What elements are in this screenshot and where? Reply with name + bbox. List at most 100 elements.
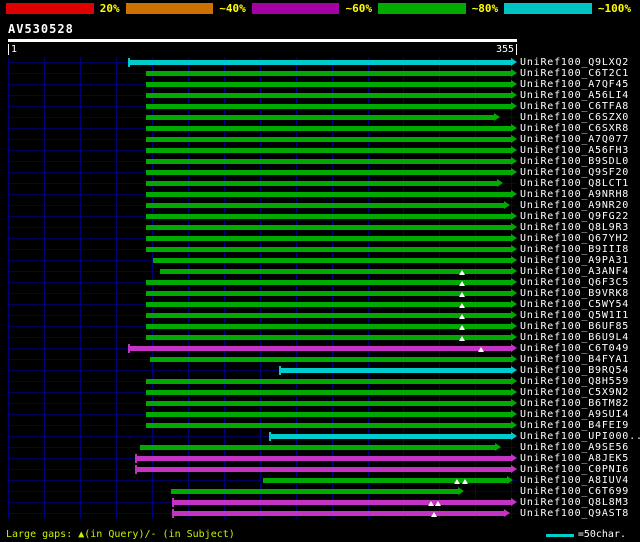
- hit-label[interactable]: UniRef100_C5WY54: [520, 299, 629, 310]
- alignment-bar[interactable]: [128, 60, 511, 65]
- blast-graphic-overview: 20% ~40% ~60% ~80% ~100% AV530528 1 355 UniR…: [0, 0, 640, 542]
- hit-label[interactable]: UniRef100_Q8H559: [520, 376, 629, 387]
- hit-label[interactable]: UniRef100_A8IUV4: [520, 475, 629, 486]
- alignment-bar[interactable]: [170, 489, 458, 494]
- alignment-bar[interactable]: [136, 467, 511, 472]
- alignment-bar[interactable]: [146, 412, 511, 417]
- alignment-bar[interactable]: [173, 500, 511, 505]
- alignment-bar[interactable]: [146, 71, 511, 76]
- hit-label[interactable]: UniRef100_A8JEK5: [520, 453, 629, 464]
- arrowhead-icon: [511, 80, 517, 88]
- hit-label[interactable]: UniRef100_B4FYA1: [520, 354, 629, 365]
- alignment-bar[interactable]: [160, 269, 511, 274]
- hit-row: UniRef100_C5WY54: [0, 299, 640, 310]
- hit-label[interactable]: UniRef100_A9NRH8: [520, 189, 629, 200]
- hit-row: UniRef100_A56FH3: [0, 145, 640, 156]
- legend-footer: Large gaps: ▲(in Query)/- (in Subject) =…: [6, 529, 626, 541]
- alignment-bar[interactable]: [146, 236, 511, 241]
- hit-label[interactable]: UniRef100_B9RQ54: [520, 365, 629, 376]
- hit-label[interactable]: UniRef100_A9SE56: [520, 442, 629, 453]
- hit-label[interactable]: UniRef100_C6SXR8: [520, 123, 629, 134]
- hit-label[interactable]: UniRef100_Q5W1I1: [520, 310, 629, 321]
- hit-label[interactable]: UniRef100_A9SUI4: [520, 409, 629, 420]
- alignment-bar[interactable]: [146, 192, 511, 197]
- arrowhead-icon: [511, 377, 517, 385]
- hit-label[interactable]: UniRef100_Q67YH2: [520, 233, 629, 244]
- hit-label[interactable]: UniRef100_A7Q077: [520, 134, 629, 145]
- hit-label[interactable]: UniRef100_Q8L8M3: [520, 497, 629, 508]
- arrowhead-icon: [511, 234, 517, 242]
- hit-label[interactable]: UniRef100_B9SDL0: [520, 156, 629, 167]
- hit-label[interactable]: UniRef100_C6T049: [520, 343, 629, 354]
- alignment-bar[interactable]: [146, 148, 511, 153]
- gap-marker-icon: [459, 281, 466, 286]
- alignment-bar[interactable]: [173, 511, 504, 516]
- alignment-bar[interactable]: [146, 115, 494, 120]
- hit-label[interactable]: UniRef100_Q8LCT1: [520, 178, 629, 189]
- hit-label[interactable]: UniRef100_C0PNI6: [520, 464, 629, 475]
- hit-label[interactable]: UniRef100_Q9FG22: [520, 211, 629, 222]
- hit-label[interactable]: UniRef100_Q6F3C5: [520, 277, 629, 288]
- hit-label[interactable]: UniRef100_C6T699: [520, 486, 629, 497]
- hit-label[interactable]: UniRef100_Q9LXQ2: [520, 57, 629, 68]
- hit-label[interactable]: UniRef100_B6UF85: [520, 321, 629, 332]
- alignment-bar[interactable]: [146, 280, 511, 285]
- hit-label[interactable]: UniRef100_A56LI4: [520, 90, 629, 101]
- alignment-bar[interactable]: [146, 126, 511, 131]
- alignment-bar[interactable]: [146, 423, 511, 428]
- alignment-bar[interactable]: [146, 104, 511, 109]
- alignment-bar[interactable]: [150, 357, 511, 362]
- hit-label[interactable]: UniRef100_A56FH3: [520, 145, 629, 156]
- arrowhead-icon: [511, 212, 517, 220]
- hit-label[interactable]: UniRef100_A9PA31: [520, 255, 629, 266]
- hit-label[interactable]: UniRef100_C6TFA8: [520, 101, 629, 112]
- hit-label[interactable]: UniRef100_B4FEI9: [520, 420, 629, 431]
- hit-label[interactable]: UniRef100_UPI000...: [520, 431, 640, 442]
- alignment-bar[interactable]: [262, 478, 507, 483]
- hit-row: UniRef100_A8JEK5: [0, 453, 640, 464]
- hit-label[interactable]: UniRef100_A9NR20: [520, 200, 629, 211]
- hit-label[interactable]: UniRef100_Q8L9R3: [520, 222, 629, 233]
- alignment-bar[interactable]: [146, 291, 511, 296]
- alignment-bar[interactable]: [136, 456, 511, 461]
- alignment-bar[interactable]: [146, 214, 511, 219]
- hit-label[interactable]: UniRef100_C5X9N2: [520, 387, 629, 398]
- alignment-bar[interactable]: [146, 203, 504, 208]
- hit-row: UniRef100_Q67YH2: [0, 233, 640, 244]
- gap-marker-icon: [462, 479, 469, 484]
- hit-label[interactable]: UniRef100_B6TM82: [520, 398, 629, 409]
- alignment-bar[interactable]: [146, 302, 511, 307]
- alignment-bar[interactable]: [146, 137, 511, 142]
- alignment-bar[interactable]: [128, 346, 511, 351]
- alignment-bar[interactable]: [146, 82, 511, 87]
- hit-label[interactable]: UniRef100_C6T2C1: [520, 68, 629, 79]
- arrowhead-icon: [506, 476, 513, 484]
- alignment-bar[interactable]: [269, 434, 511, 439]
- hit-label[interactable]: UniRef100_B9III8: [520, 244, 629, 255]
- hit-label[interactable]: UniRef100_Q9SF20: [520, 167, 629, 178]
- alignment-bar[interactable]: [146, 247, 511, 252]
- alignment-bar[interactable]: [140, 445, 496, 450]
- hit-label[interactable]: UniRef100_A3ANF4: [520, 266, 629, 277]
- alignment-bar[interactable]: [146, 159, 511, 164]
- alignment-bar[interactable]: [146, 401, 511, 406]
- alignment-bar[interactable]: [146, 181, 497, 186]
- alignment-bar[interactable]: [146, 225, 511, 230]
- hit-label[interactable]: UniRef100_A7QF45: [520, 79, 629, 90]
- hit-row: UniRef100_Q8LCT1: [0, 178, 640, 189]
- alignment-bar[interactable]: [146, 324, 511, 329]
- arrowhead-icon: [511, 355, 517, 363]
- alignment-bar[interactable]: [146, 170, 511, 175]
- alignment-bar[interactable]: [279, 368, 511, 373]
- alignment-bar[interactable]: [146, 379, 511, 384]
- hit-label[interactable]: UniRef100_Q9AST8: [520, 508, 629, 519]
- alignment-bar[interactable]: [146, 390, 511, 395]
- hit-label[interactable]: UniRef100_B9VRK8: [520, 288, 629, 299]
- alignment-bar[interactable]: [153, 258, 511, 263]
- hit-label[interactable]: UniRef100_B6U9L4: [520, 332, 629, 343]
- alignment-bar[interactable]: [146, 93, 511, 98]
- alignment-bar[interactable]: [146, 335, 511, 340]
- alignment-bar[interactable]: [146, 313, 511, 318]
- hit-label[interactable]: UniRef100_C6SZX0: [520, 112, 629, 123]
- scale-unit-legend: =50char.: [545, 529, 626, 541]
